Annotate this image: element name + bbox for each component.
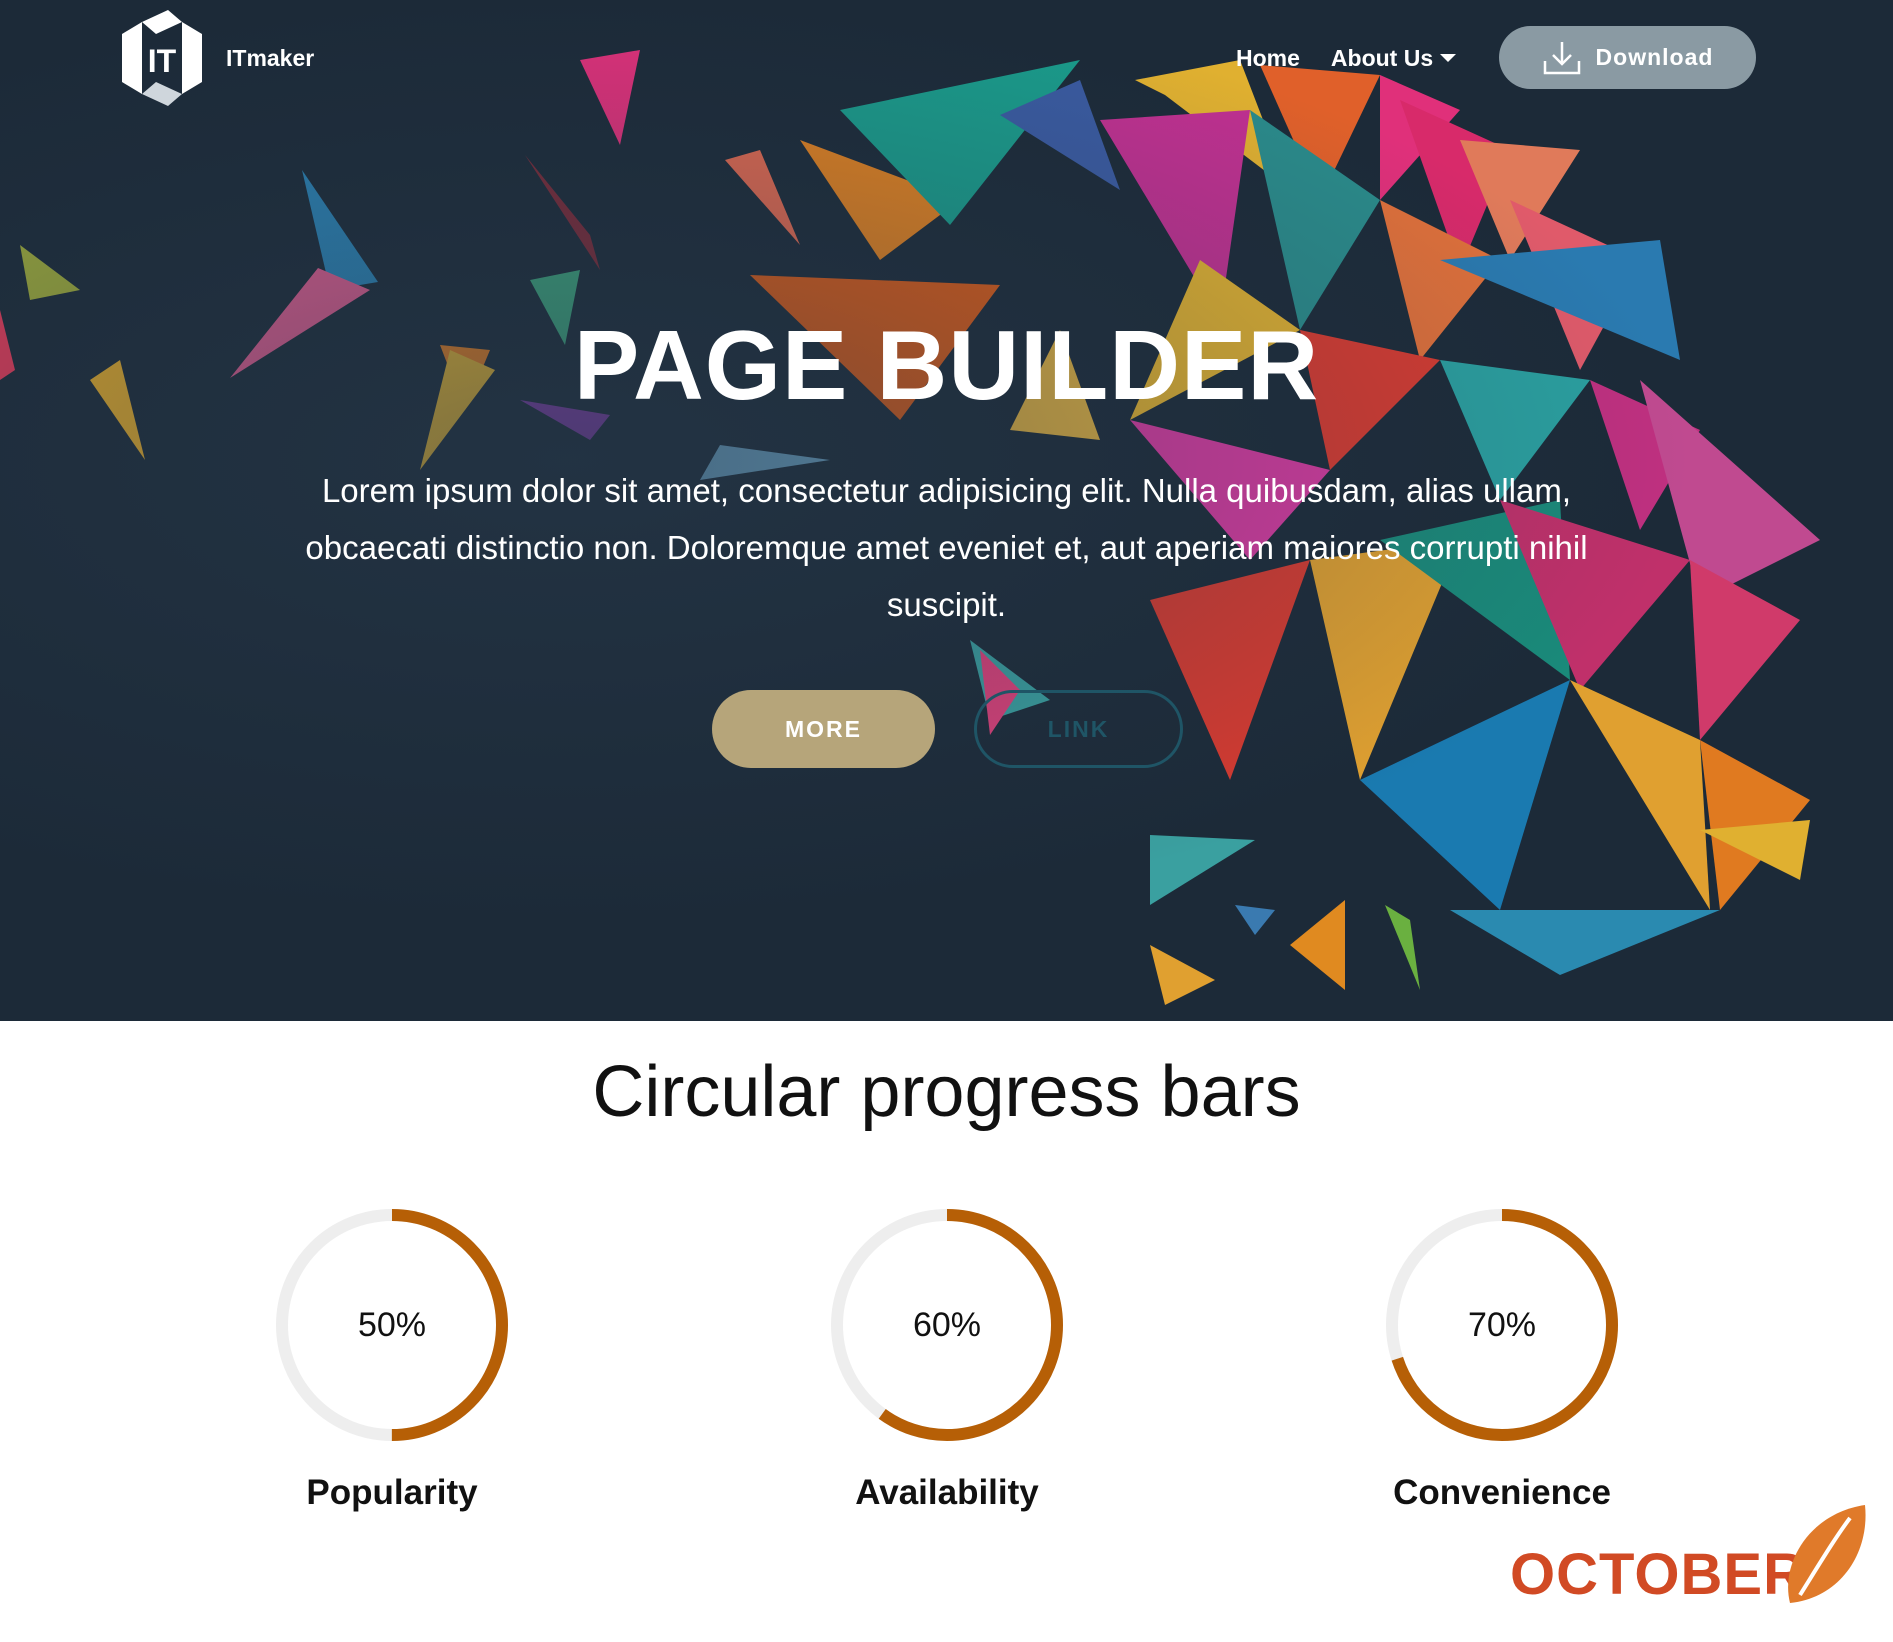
progress-label: Popularity bbox=[306, 1473, 478, 1512]
progress-gauge-popularity: 50% Popularity bbox=[272, 1205, 512, 1512]
hero-description: Lorem ipsum dolor sit amet, consectetur … bbox=[305, 472, 1588, 623]
logo-text: IT bbox=[148, 43, 177, 79]
hero-title: PAGE BUILDER bbox=[573, 310, 1320, 420]
download-label: Download bbox=[1595, 44, 1714, 70]
brand[interactable]: IT ITmaker bbox=[118, 10, 314, 106]
progress-label: Availability bbox=[855, 1473, 1039, 1512]
link-button[interactable]: LINK bbox=[974, 690, 1183, 768]
leaf-icon bbox=[1788, 1505, 1866, 1603]
progress-gauge-convenience: 70% Convenience bbox=[1382, 1205, 1622, 1512]
progress-value: 50% bbox=[357, 1305, 427, 1344]
watermark-logo: OCTOBER bbox=[1510, 1503, 1870, 1613]
caret-down-icon bbox=[1440, 54, 1457, 62]
main-nav: Home About Us bbox=[1236, 36, 1457, 80]
progress-gauge-availability: 60% Availability bbox=[827, 1205, 1067, 1512]
nav-about-label: About Us bbox=[1330, 44, 1434, 71]
download-icon bbox=[1543, 41, 1580, 74]
download-button[interactable]: Download bbox=[1499, 26, 1756, 89]
progress-value: 70% bbox=[1467, 1305, 1537, 1344]
nav-about-dropdown[interactable]: About Us bbox=[1330, 44, 1457, 72]
more-button[interactable]: MORE bbox=[712, 690, 935, 768]
progress-value: 60% bbox=[912, 1305, 982, 1344]
section-title: Circular progress bars bbox=[592, 1052, 1301, 1132]
top-navbar: IT ITmaker Home About Us Download bbox=[0, 0, 1893, 115]
hero-section: IT ITmaker Home About Us Download PAGE B… bbox=[0, 0, 1893, 1021]
watermark-text: OCTOBER bbox=[1510, 1542, 1806, 1607]
brand-name[interactable]: ITmaker bbox=[226, 45, 314, 72]
nav-home-link[interactable]: Home bbox=[1236, 45, 1300, 72]
it-logo-icon: IT bbox=[122, 10, 202, 106]
